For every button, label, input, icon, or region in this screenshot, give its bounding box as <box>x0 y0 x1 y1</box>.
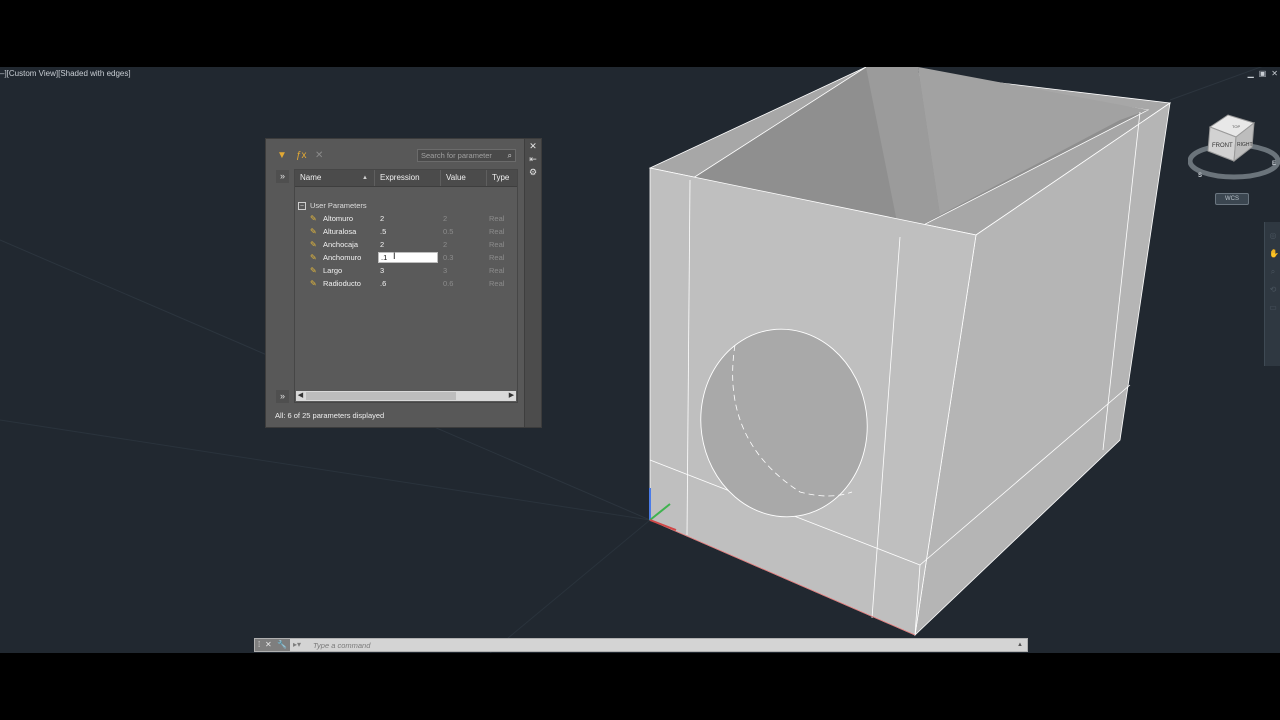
user-parameter-icon: ✎ <box>310 266 317 275</box>
parameter-row[interactable]: ✎ Altomuro 2 2 Real <box>295 212 517 225</box>
expression-edit-field[interactable]: .1 <box>378 252 438 263</box>
viewcube-top-label: TOP <box>1232 124 1240 129</box>
new-user-parameter-icon[interactable]: ƒx <box>296 150 307 161</box>
grip-icon[interactable]: ⁞ <box>258 639 260 651</box>
parameter-name: Alturalosa <box>323 227 357 236</box>
sort-ascending-icon: ▲ <box>362 175 368 181</box>
viewport-window-controls: ▁ ▣ ✕ <box>1248 69 1278 78</box>
showmotion-icon[interactable]: ▭ <box>1269 304 1277 312</box>
delete-parameter-icon[interactable]: ✕ <box>315 150 323 161</box>
column-header-expression[interactable]: Expression <box>375 170 441 186</box>
compass-e-label: E <box>1272 161 1276 167</box>
parameter-type: Real <box>489 214 505 223</box>
pan-icon[interactable]: ✋ <box>1269 250 1279 258</box>
parameter-type: Real <box>489 266 505 275</box>
parameter-value: 3 <box>443 266 448 275</box>
search-input[interactable] <box>418 150 505 161</box>
command-input[interactable] <box>313 639 963 651</box>
parameter-expression[interactable]: 2 <box>380 238 384 251</box>
scroll-left-icon[interactable]: ◀ <box>296 391 305 401</box>
steering-wheel-icon[interactable]: ◎ <box>1269 232 1277 240</box>
text-cursor-icon: I <box>393 251 396 261</box>
collapse-group-icon[interactable]: – <box>298 202 306 211</box>
parameter-type: Real <box>489 227 505 236</box>
parameter-name: Radioducto <box>323 279 361 288</box>
autohide-icon[interactable]: ⇤ <box>525 153 541 165</box>
viewcube-front-label: FRONT <box>1212 143 1233 149</box>
parameter-row[interactable]: ✎ Alturalosa .5 0.5 Real <box>295 225 517 238</box>
close-command-line-icon[interactable]: ✕ <box>265 639 272 651</box>
expand-filter-tree-button[interactable]: » <box>276 170 289 183</box>
parameter-type: Real <box>489 240 505 249</box>
model-scene[interactable] <box>0 67 1280 653</box>
parameter-type: Real <box>489 279 505 288</box>
parameter-expression[interactable]: .5 <box>380 225 386 238</box>
wcs-menu-button[interactable]: WCS <box>1215 193 1249 205</box>
parameter-row[interactable]: ✎ Largo 3 3 Real <box>295 264 517 277</box>
column-header-type[interactable]: Type <box>487 170 517 186</box>
scroll-right-icon[interactable]: ▶ <box>507 391 516 401</box>
parameter-value: 0.3 <box>443 253 454 262</box>
viewcube-right-label: RIGHT <box>1237 142 1253 148</box>
column-header-value[interactable]: Value <box>441 170 487 186</box>
parameter-value: 0.6 <box>443 279 454 288</box>
parameter-name: Anchomuro <box>323 253 362 262</box>
parameters-manager-palette: ▼ ƒx ✕ ⌕ » » Name ▲ Expression Value Typ… <box>265 138 542 428</box>
grid-line <box>489 519 651 653</box>
horizontal-scrollbar[interactable]: ◀ ▶ <box>296 391 516 401</box>
user-parameter-icon: ✎ <box>310 253 317 262</box>
customize-icon[interactable]: 🔧 <box>277 639 287 651</box>
compass-s-label: S <box>1198 173 1202 179</box>
palette-status-text: All: 6 of 25 parameters displayed <box>275 411 385 420</box>
close-icon[interactable]: ✕ <box>1271 69 1278 78</box>
parameter-type: Real <box>489 253 505 262</box>
restore-icon[interactable]: ▣ <box>1259 69 1267 78</box>
group-row-user-parameters[interactable]: – User Parameters <box>298 200 367 211</box>
parameter-value: 2 <box>443 214 448 223</box>
parameter-expression[interactable]: 2 <box>380 212 384 225</box>
navigation-bar[interactable]: ◎ ✋ ⌕ ⟲ ▭ <box>1264 222 1280 366</box>
user-parameter-icon: ✎ <box>310 214 317 223</box>
parameter-row[interactable]: ✎ Radioducto .6 0.6 Real <box>295 277 517 290</box>
grid-line <box>0 419 651 521</box>
search-icon[interactable]: ⌕ <box>508 151 512 161</box>
parameter-name: Largo <box>323 266 343 275</box>
user-parameter-icon: ✎ <box>310 240 317 249</box>
parameter-row-editing[interactable]: ✎ Anchomuro .1 I 0.3 Real <box>295 251 517 264</box>
palette-title-bar[interactable]: ✕ ⇤ ⚙ <box>524 139 541 427</box>
scrollbar-thumb[interactable] <box>306 392 456 400</box>
user-parameter-icon: ✎ <box>310 279 317 288</box>
drawing-viewport[interactable]: –][Custom View][Shaded with edges] ▁ ▣ ✕… <box>0 67 1280 653</box>
grid-header: Name ▲ Expression Value Type <box>295 170 517 187</box>
command-history-icon[interactable]: ▲ <box>1017 639 1023 651</box>
zoom-icon[interactable]: ⌕ <box>1269 268 1277 276</box>
close-palette-icon[interactable]: ✕ <box>525 140 541 152</box>
expand-filter-tree-button-bottom[interactable]: » <box>276 390 289 403</box>
search-box[interactable]: ⌕ <box>417 149 516 162</box>
properties-icon[interactable]: ⚙ <box>525 166 541 178</box>
parameter-row[interactable]: ✎ Anchocaja 2 2 Real <box>295 238 517 251</box>
group-label: User Parameters <box>310 201 367 210</box>
orbit-icon[interactable]: ⟲ <box>1269 286 1277 294</box>
parameter-expression[interactable]: .6 <box>380 277 386 290</box>
parameter-name: Anchocaja <box>323 240 359 249</box>
parameter-expression[interactable]: 3 <box>380 264 384 277</box>
parameters-grid: Name ▲ Expression Value Type – User Param… <box>294 169 518 403</box>
viewport-controls-label[interactable]: –][Custom View][Shaded with edges] <box>0 69 131 78</box>
user-parameter-icon: ✎ <box>310 227 317 236</box>
parameter-value: 2 <box>443 240 448 249</box>
parameter-name: Altomuro <box>323 214 354 223</box>
new-parameter-group-filter-icon[interactable]: ▼ <box>277 150 287 161</box>
minimize-icon[interactable]: ▁ <box>1248 69 1254 78</box>
command-line: ⁞ ✕ 🔧 ▸▾ ▲ <box>254 638 1028 652</box>
command-line-handle[interactable]: ⁞ ✕ 🔧 <box>255 639 290 651</box>
parameter-value: 0.5 <box>443 227 454 236</box>
command-prompt-icon[interactable]: ▸▾ <box>293 639 301 651</box>
